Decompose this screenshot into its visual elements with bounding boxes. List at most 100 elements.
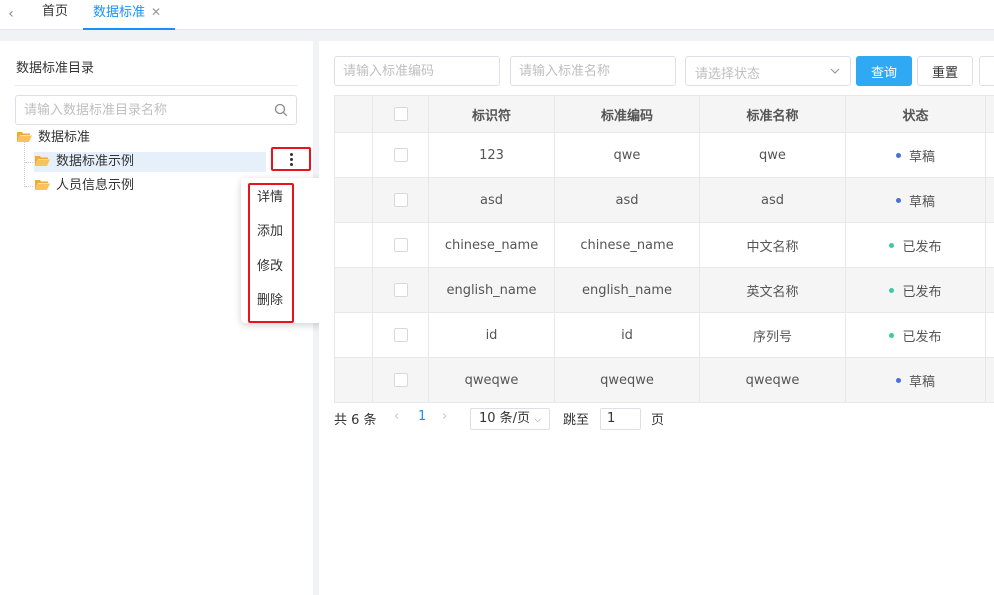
- tab-home[interactable]: 首页: [32, 0, 78, 30]
- tab-home-label: 首页: [42, 4, 69, 19]
- status-label: 已发布: [902, 329, 942, 345]
- more-actions-button[interactable]: [271, 147, 311, 171]
- close-icon[interactable]: ✕: [151, 5, 161, 19]
- expand-cell: [335, 133, 373, 177]
- select-all-checkbox[interactable]: [393, 107, 408, 121]
- status-label: 草稿: [908, 374, 935, 390]
- standard-code-input[interactable]: [335, 57, 499, 85]
- expand-cell: [335, 178, 373, 222]
- cell-status: 已发布: [846, 313, 986, 357]
- page-size-select[interactable]: 10 条/页 ⌵: [470, 408, 550, 430]
- cell-code: asd: [555, 178, 700, 222]
- row-checkbox[interactable]: [393, 373, 408, 387]
- folder-open-icon: [35, 180, 50, 190]
- cell-identifier: id: [429, 313, 555, 357]
- row-checkbox[interactable]: [393, 193, 408, 207]
- cell-name: 中文名称: [700, 223, 846, 267]
- expand-cell: [335, 223, 373, 267]
- status-select-placeholder: 请选择状态: [695, 67, 761, 82]
- table-row: id id 序列号 已发布: [335, 313, 994, 358]
- tree-node-person-info-example[interactable]: 人员信息示例: [35, 176, 134, 196]
- standard-name-input[interactable]: [511, 57, 675, 85]
- cell-more: [986, 178, 994, 222]
- name-filter-box: [510, 56, 676, 86]
- next-page-icon[interactable]: ›: [442, 409, 447, 424]
- cell-code: english_name: [555, 268, 700, 312]
- tree-node-data-standard-example[interactable]: 数据标准示例: [34, 152, 266, 172]
- query-button[interactable]: 查询: [856, 56, 912, 86]
- row-checkbox[interactable]: [393, 328, 408, 342]
- expand-cell: [335, 313, 373, 357]
- row-checkbox[interactable]: [393, 283, 408, 297]
- cell-identifier: english_name: [429, 268, 555, 312]
- tree-node-label: 人员信息示例: [56, 178, 135, 193]
- tab-data-standard[interactable]: 数据标准 ✕: [83, 0, 175, 30]
- table-row: 123 qwe qwe 草稿: [335, 133, 994, 178]
- cell-name: 英文名称: [700, 268, 846, 312]
- cell-more: [986, 268, 994, 312]
- reset-button[interactable]: 重置: [917, 56, 973, 86]
- tab-scroll-left-icon[interactable]: ‹: [4, 5, 18, 23]
- cell-status: 草稿: [846, 178, 986, 222]
- standards-table: 标识符 标准编码 标准名称 状态 123 qwe qwe 草稿 asd asd asd 草稿 c…: [334, 95, 994, 403]
- page-size-label: 10 条/页: [479, 411, 531, 426]
- goto-label: 跳至: [563, 413, 590, 428]
- cell-status: 草稿: [846, 358, 986, 402]
- column-header-more: [986, 96, 994, 132]
- row-select-cell: [373, 133, 429, 177]
- goto-page-input[interactable]: 1: [600, 408, 641, 430]
- tree-node-label: 数据标准示例: [56, 154, 135, 169]
- expand-column-header: [335, 96, 373, 132]
- column-header-identifier: 标识符: [429, 96, 555, 132]
- extra-button[interactable]: [979, 56, 994, 86]
- prev-page-icon[interactable]: ‹: [394, 409, 399, 424]
- cell-code: id: [555, 313, 700, 357]
- chevron-down-icon: [830, 68, 840, 74]
- status-dot-icon: [889, 287, 895, 293]
- row-select-cell: [373, 223, 429, 267]
- table-row: chinese_name chinese_name 中文名称 已发布: [335, 223, 994, 268]
- tree-search-box: [15, 95, 297, 125]
- chevron-down-icon: ⌵: [534, 415, 542, 425]
- tree-node-root[interactable]: 数据标准: [17, 128, 90, 148]
- cell-name: qweqwe: [700, 358, 846, 402]
- status-label: 草稿: [908, 194, 935, 210]
- row-select-cell: [373, 313, 429, 357]
- tree-panel-title: 数据标准目录: [16, 61, 95, 76]
- table-row: asd asd asd 草稿: [335, 178, 994, 223]
- expand-cell: [335, 358, 373, 402]
- row-select-cell: [373, 178, 429, 222]
- cell-identifier: qweqwe: [429, 358, 555, 402]
- status-select[interactable]: 请选择状态: [685, 56, 851, 86]
- search-icon[interactable]: [274, 103, 288, 117]
- tab-bar: ‹ 首页 数据标准 ✕: [0, 0, 994, 30]
- cell-name: 序列号: [700, 313, 846, 357]
- menu-item-delete[interactable]: 删除: [257, 291, 283, 311]
- main-panel: 请选择状态 查询 重置 标识符 标准编码 标准名称 状态 123qweqwe草稿…: [319, 41, 994, 595]
- menu-item-details[interactable]: 详情: [257, 188, 283, 208]
- menu-item-edit[interactable]: 修改: [257, 257, 283, 277]
- cell-more: [986, 358, 994, 402]
- tree-search-input[interactable]: [16, 96, 256, 124]
- tree-connector: [25, 186, 33, 187]
- table-header-row: 标识符 标准编码 标准名称 状态: [335, 96, 994, 133]
- table-row: qweqwe qweqwe qweqwe 草稿: [335, 358, 994, 403]
- status-label: 草稿: [908, 149, 935, 165]
- row-select-cell: [373, 358, 429, 402]
- cell-identifier: asd: [429, 178, 555, 222]
- cell-identifier: chinese_name: [429, 223, 555, 267]
- menu-item-add[interactable]: 添加: [257, 222, 283, 242]
- cell-more: [986, 223, 994, 267]
- tab-data-standard-label: 数据标准: [93, 5, 146, 20]
- table-row: english_name english_name 英文名称 已发布: [335, 268, 994, 313]
- status-dot-icon: [889, 332, 895, 338]
- row-checkbox[interactable]: [393, 148, 408, 162]
- row-checkbox[interactable]: [393, 238, 408, 252]
- status-label: 已发布: [902, 284, 942, 300]
- page-number-current[interactable]: 1: [418, 409, 426, 424]
- cell-code: chinese_name: [555, 223, 700, 267]
- cell-status: 草稿: [846, 133, 986, 177]
- tree-node-label: 数据标准: [38, 130, 91, 145]
- cell-code: qwe: [555, 133, 700, 177]
- column-header-code: 标准编码: [555, 96, 700, 132]
